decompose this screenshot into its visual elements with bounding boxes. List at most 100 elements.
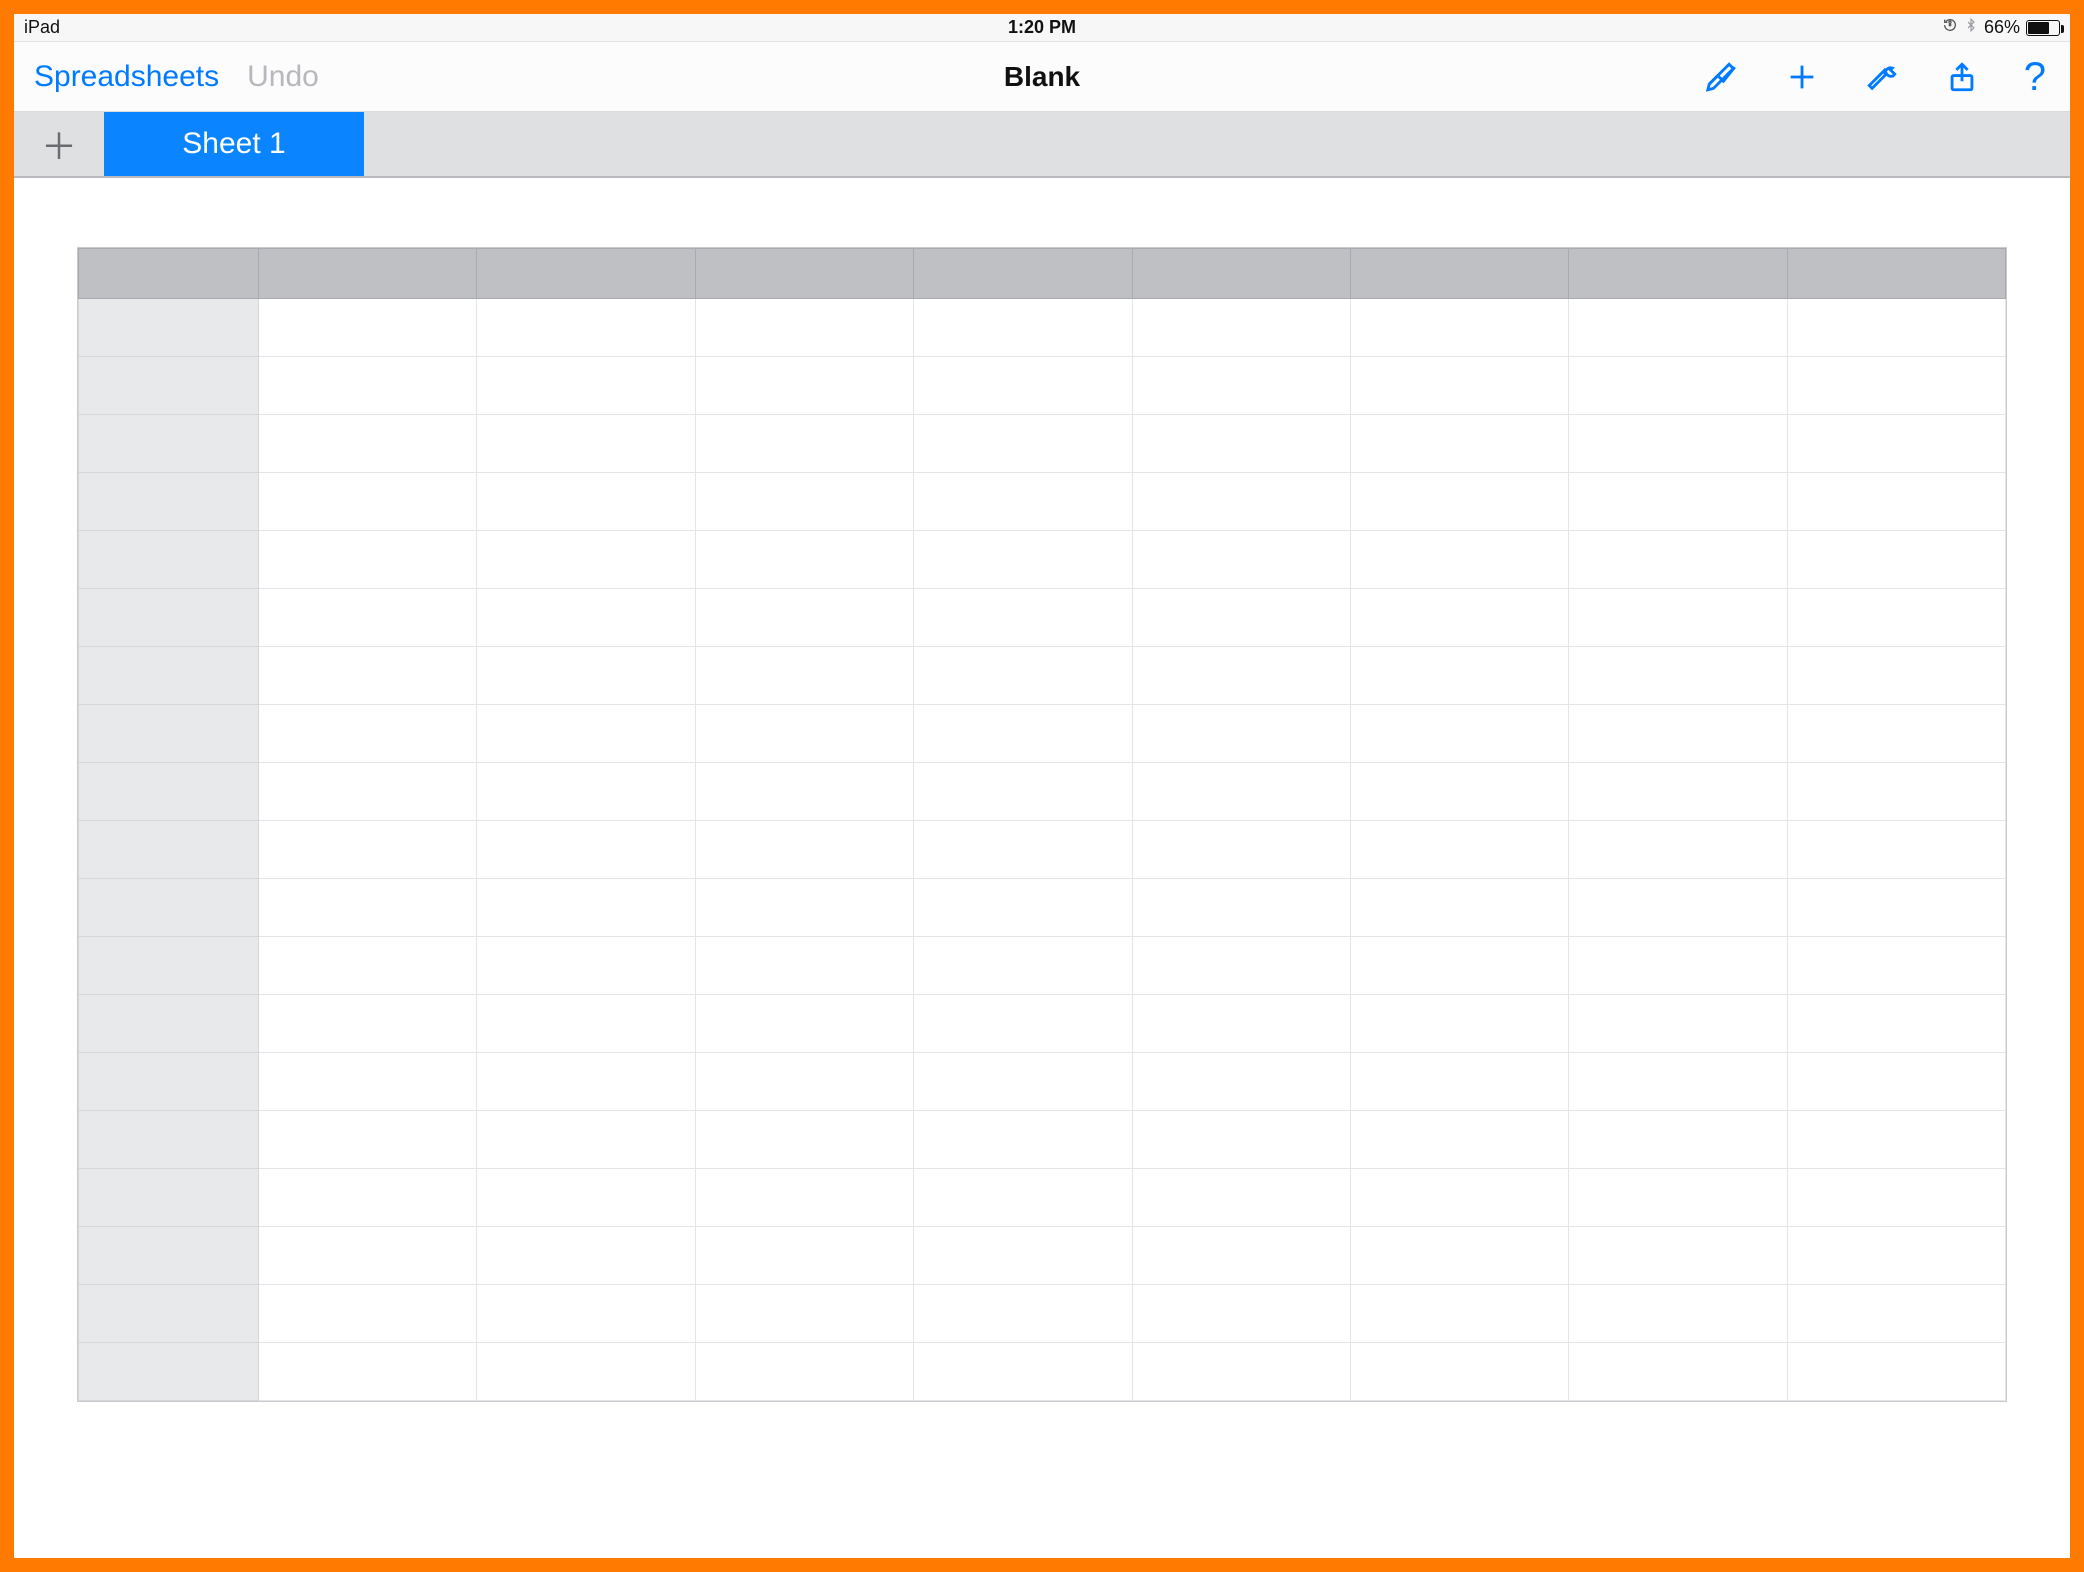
- cell[interactable]: [695, 995, 913, 1053]
- cell[interactable]: [1132, 1169, 1350, 1227]
- cell[interactable]: [1569, 299, 1787, 357]
- cell[interactable]: [914, 1053, 1132, 1111]
- cell[interactable]: [695, 473, 913, 531]
- row-header[interactable]: [79, 937, 259, 995]
- cell[interactable]: [1350, 1227, 1568, 1285]
- cell[interactable]: [477, 1343, 695, 1401]
- cell[interactable]: [1787, 879, 2005, 937]
- cell[interactable]: [1350, 937, 1568, 995]
- row-header[interactable]: [79, 357, 259, 415]
- cell[interactable]: [1787, 1111, 2005, 1169]
- cell[interactable]: [1787, 1169, 2005, 1227]
- format-brush-icon[interactable]: [1704, 59, 1740, 95]
- cell[interactable]: [914, 473, 1132, 531]
- cell[interactable]: [259, 531, 477, 589]
- cell[interactable]: [477, 821, 695, 879]
- column-header[interactable]: [914, 249, 1132, 299]
- cell[interactable]: [1569, 1169, 1787, 1227]
- cell[interactable]: [477, 473, 695, 531]
- cell[interactable]: [1569, 879, 1787, 937]
- cell[interactable]: [1569, 821, 1787, 879]
- cell[interactable]: [1787, 1053, 2005, 1111]
- cell[interactable]: [1569, 647, 1787, 705]
- cell[interactable]: [914, 879, 1132, 937]
- cell[interactable]: [1787, 473, 2005, 531]
- cell[interactable]: [1350, 879, 1568, 937]
- cell[interactable]: [1787, 589, 2005, 647]
- cell[interactable]: [695, 1343, 913, 1401]
- cell[interactable]: [259, 1169, 477, 1227]
- cell[interactable]: [1132, 589, 1350, 647]
- sheet-tab-active[interactable]: Sheet 1: [104, 112, 364, 176]
- cell[interactable]: [695, 879, 913, 937]
- cell[interactable]: [477, 763, 695, 821]
- cell[interactable]: [1132, 299, 1350, 357]
- cell[interactable]: [1350, 1111, 1568, 1169]
- row-header[interactable]: [79, 763, 259, 821]
- undo-button[interactable]: Undo: [247, 60, 319, 94]
- row-header[interactable]: [79, 879, 259, 937]
- cell[interactable]: [695, 357, 913, 415]
- cell[interactable]: [695, 1111, 913, 1169]
- cell[interactable]: [1787, 705, 2005, 763]
- cell[interactable]: [1787, 821, 2005, 879]
- cell[interactable]: [1787, 1227, 2005, 1285]
- cell[interactable]: [477, 1227, 695, 1285]
- cell[interactable]: [1787, 531, 2005, 589]
- row-header[interactable]: [79, 1343, 259, 1401]
- cell[interactable]: [914, 415, 1132, 473]
- cell[interactable]: [914, 357, 1132, 415]
- cell[interactable]: [1132, 1285, 1350, 1343]
- cell[interactable]: [1569, 763, 1787, 821]
- column-header[interactable]: [259, 249, 477, 299]
- cell[interactable]: [1787, 647, 2005, 705]
- cell[interactable]: [1569, 357, 1787, 415]
- column-header[interactable]: [1132, 249, 1350, 299]
- column-header[interactable]: [1569, 249, 1787, 299]
- cell[interactable]: [1132, 937, 1350, 995]
- cell[interactable]: [1350, 531, 1568, 589]
- cell[interactable]: [914, 821, 1132, 879]
- cell[interactable]: [1132, 473, 1350, 531]
- cell[interactable]: [1350, 647, 1568, 705]
- cell[interactable]: [477, 995, 695, 1053]
- cell[interactable]: [914, 763, 1132, 821]
- cell[interactable]: [259, 357, 477, 415]
- cell[interactable]: [1132, 705, 1350, 763]
- cell[interactable]: [914, 1343, 1132, 1401]
- cell[interactable]: [695, 937, 913, 995]
- cell[interactable]: [1132, 1343, 1350, 1401]
- cell[interactable]: [1132, 879, 1350, 937]
- column-header[interactable]: [695, 249, 913, 299]
- cell[interactable]: [477, 937, 695, 995]
- cell[interactable]: [259, 415, 477, 473]
- cell[interactable]: [1787, 995, 2005, 1053]
- row-header[interactable]: [79, 995, 259, 1053]
- row-header[interactable]: [79, 299, 259, 357]
- cell[interactable]: [477, 415, 695, 473]
- cell[interactable]: [695, 299, 913, 357]
- cell[interactable]: [1569, 1343, 1787, 1401]
- cell[interactable]: [1787, 1285, 2005, 1343]
- cell[interactable]: [259, 705, 477, 763]
- cell[interactable]: [477, 647, 695, 705]
- cell[interactable]: [1350, 415, 1568, 473]
- cell[interactable]: [1569, 705, 1787, 763]
- back-button[interactable]: Spreadsheets: [34, 60, 219, 94]
- cell[interactable]: [1350, 821, 1568, 879]
- cell[interactable]: [477, 357, 695, 415]
- row-header[interactable]: [79, 1111, 259, 1169]
- cell[interactable]: [1350, 1285, 1568, 1343]
- cell[interactable]: [1569, 995, 1787, 1053]
- row-header[interactable]: [79, 821, 259, 879]
- row-header[interactable]: [79, 531, 259, 589]
- column-header[interactable]: [477, 249, 695, 299]
- spreadsheet-canvas[interactable]: [14, 178, 2070, 1558]
- row-header[interactable]: [79, 473, 259, 531]
- cell[interactable]: [477, 1111, 695, 1169]
- cell[interactable]: [695, 1227, 913, 1285]
- cell[interactable]: [1350, 473, 1568, 531]
- cell[interactable]: [914, 299, 1132, 357]
- cell[interactable]: [1132, 995, 1350, 1053]
- column-header[interactable]: [1787, 249, 2005, 299]
